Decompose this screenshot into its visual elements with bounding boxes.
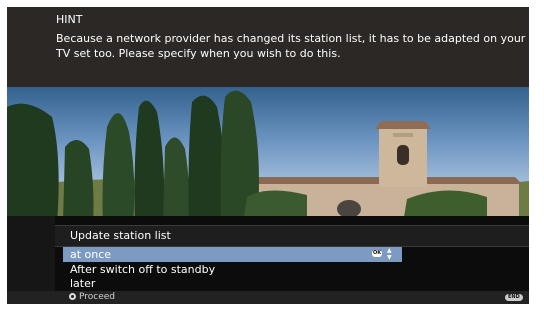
proceed-hint[interactable]: Proceed — [69, 291, 115, 304]
dialog-title: Update station list — [70, 229, 171, 242]
hint-message: Because a network provider has changed i… — [56, 32, 526, 60]
option-after-standby[interactable]: After switch off to standby — [63, 262, 402, 277]
footer-bar: Proceed END — [7, 291, 529, 304]
tv-screen: HINT Because a network provider has chan… — [7, 7, 529, 304]
ok-icon: OK — [372, 250, 382, 257]
option-at-once[interactable]: at once OK ▲ ▼ — [63, 247, 402, 262]
proceed-label: Proceed — [79, 292, 116, 302]
hint-banner: HINT Because a network provider has chan… — [7, 7, 529, 87]
background-photo — [7, 87, 529, 223]
hint-title: HINT — [56, 13, 83, 26]
ok-badge-text: OK — [373, 250, 382, 256]
scenery-illustration — [7, 90, 529, 223]
ok-circle-icon — [69, 293, 76, 300]
up-down-arrows-icon: ▲ ▼ — [387, 247, 392, 261]
option-label: at once — [70, 248, 112, 261]
option-label: After switch off to standby — [70, 263, 216, 276]
option-later[interactable]: later — [63, 276, 402, 291]
end-label: END — [508, 294, 520, 300]
option-label: later — [70, 277, 96, 290]
dialog-title-bar: Update station list — [55, 225, 529, 247]
end-button[interactable]: END — [505, 294, 523, 301]
